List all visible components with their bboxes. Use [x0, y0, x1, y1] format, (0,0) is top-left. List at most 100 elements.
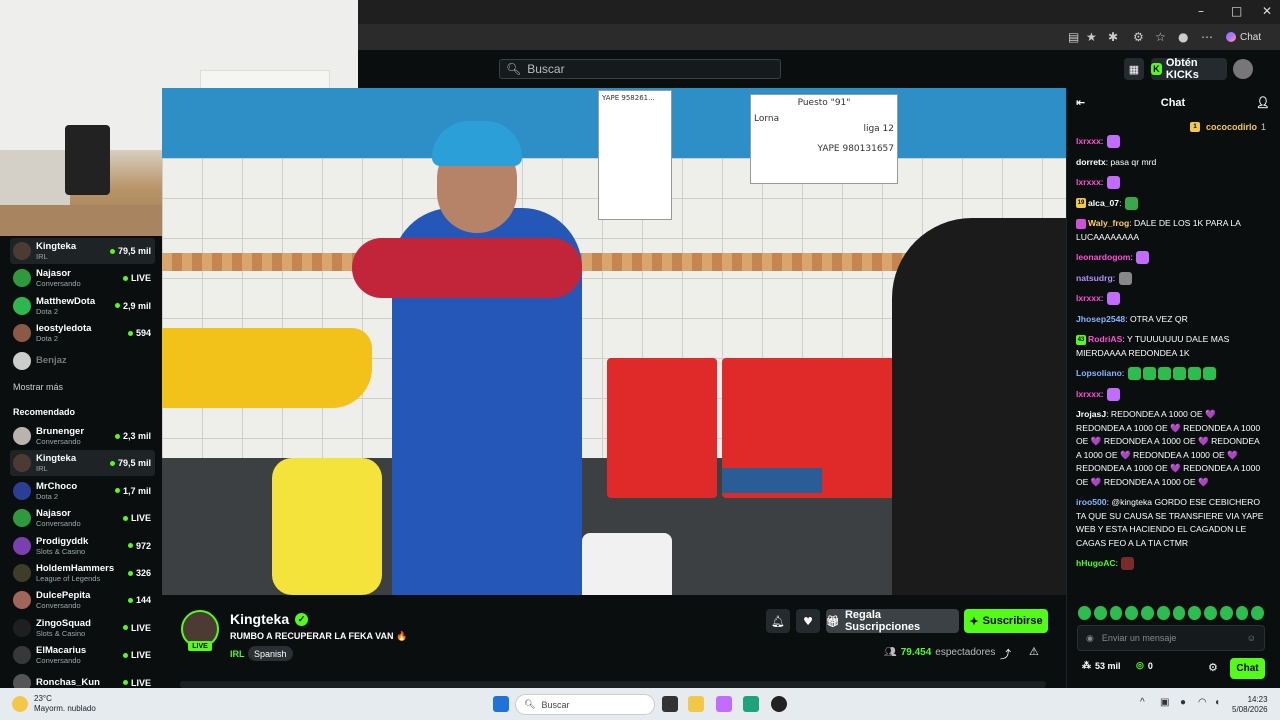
stream-category[interactable]: IRL: [230, 649, 245, 659]
quick-emote-icon[interactable]: [1109, 606, 1123, 620]
chat-username[interactable]: leonardogom: [1076, 252, 1130, 262]
edge-browser-icon[interactable]: [743, 696, 759, 712]
chat-username[interactable]: lxrxxx: [1076, 293, 1101, 303]
favorites-icon[interactable]: ☆: [1155, 30, 1166, 44]
report-icon[interactable]: ⚠: [1029, 645, 1039, 658]
quick-emote-icon[interactable]: [1235, 606, 1249, 620]
sidebar-channel-dulcepepita[interactable]: DulcePepita Conversando 144: [10, 587, 155, 613]
profile-icon[interactable]: ●: [1178, 30, 1188, 44]
sidebar-channel-name: Brunenger: [36, 426, 85, 437]
kicks-balance[interactable]: ⁂ 53 mil: [1082, 660, 1121, 671]
task-view-icon[interactable]: [662, 696, 678, 712]
sign-lorna-text: Lorna: [754, 114, 780, 124]
quick-emote-icon[interactable]: [1251, 606, 1264, 620]
sidebar-channel-najasor[interactable]: Najasor Conversando LIVE: [10, 265, 155, 291]
sidebar-channel-holdemhammers[interactable]: HoldemHammers League of Legends 326: [10, 560, 155, 586]
quick-emote-icon[interactable]: [1078, 606, 1091, 620]
file-explorer-icon[interactable]: [688, 696, 704, 712]
close-icon[interactable]: ✕: [1262, 4, 1272, 18]
chat-emote-icon: [1157, 367, 1171, 381]
sidebar-channel-leostyledota[interactable]: leostyledota Dota 2 594: [10, 320, 155, 346]
channel-name[interactable]: Kingteka: [230, 611, 289, 627]
reader-icon[interactable]: ▤: [1068, 30, 1079, 44]
chat-username[interactable]: hHugoAC: [1076, 558, 1116, 568]
emoji-icon[interactable]: ☺: [1247, 633, 1256, 643]
copilot-taskbar-icon[interactable]: [716, 696, 732, 712]
notification-bell-icon[interactable]: 🔔︎: [766, 609, 790, 633]
minimize-icon[interactable]: –: [1198, 4, 1204, 18]
sidebar-channel-viewer-count: 2,3 mil: [122, 431, 151, 441]
sidebar-channel-zingosquad[interactable]: ZingoSquad Slots & Casino LIVE: [10, 615, 155, 641]
sidebar-channel-text: HoldemHammers League of Legends: [36, 563, 128, 583]
tray-chevron-icon[interactable]: ^: [1140, 697, 1145, 708]
settings-sliders-icon[interactable]: ⚙: [1133, 30, 1144, 44]
channel-points[interactable]: ◎ 0: [1136, 660, 1153, 671]
chat-username[interactable]: JrojasJ: [1076, 409, 1106, 419]
star-icon[interactable]: ★: [1086, 30, 1097, 44]
sidebar-channel-prodigyddk[interactable]: Prodigyddk Slots & Casino 972: [10, 533, 155, 559]
chat-input[interactable]: ◉ Enviar un mensaje ☺: [1077, 625, 1265, 651]
chat-message: Jhosep2548: OTRA VEZ QR: [1076, 313, 1266, 327]
chat-username[interactable]: iroo500: [1076, 497, 1107, 507]
sidebar-channel-mrchoco[interactable]: MrChoco Dota 2 1,7 mil: [10, 478, 155, 504]
chat-username[interactable]: dorretx: [1076, 157, 1106, 167]
chat-settings-gear-icon[interactable]: ⚙: [1208, 661, 1218, 674]
sidebar-channel-matthewdota[interactable]: MatthewDota Dota 2 2,9 mil: [10, 293, 155, 319]
microphone-icon[interactable]: ●: [1180, 697, 1186, 708]
share-icon[interactable]: ⤴: [1000, 646, 1011, 662]
quick-emote-icon[interactable]: [1172, 606, 1186, 620]
tray-app-icon[interactable]: ▣: [1160, 697, 1169, 708]
subscribe-button[interactable]: ✦ Suscribirse: [964, 609, 1048, 633]
more-icon[interactable]: ⋯: [1201, 30, 1213, 44]
chat-username[interactable]: lxrxxx: [1076, 177, 1101, 187]
video-player[interactable]: YAPE 958261... Puesto "91" Lorna liga 12…: [162, 88, 1066, 595]
quick-emote-icon[interactable]: [1188, 606, 1201, 620]
get-kicks-button[interactable]: K Obtén KICKs: [1151, 57, 1227, 81]
chat-users-icon[interactable]: 👤︎: [1256, 96, 1270, 109]
chat-username[interactable]: Jhosep2548: [1076, 314, 1125, 324]
chat-username[interactable]: Waly_frog: [1088, 218, 1129, 228]
user-avatar[interactable]: [1233, 59, 1253, 79]
chat-emote-icon: [1136, 251, 1150, 265]
extension-icon[interactable]: ✱: [1108, 30, 1118, 44]
taskbar-search[interactable]: 🔍︎ Buscar: [515, 694, 655, 715]
wifi-icon[interactable]: ◠: [1198, 697, 1207, 708]
collapse-chat-icon[interactable]: ⇤: [1076, 96, 1085, 109]
chat-send-button[interactable]: Chat: [1230, 658, 1265, 679]
sidebar-channel-brunenger[interactable]: Brunenger Conversando 2,3 mil: [10, 423, 155, 449]
sidebar-channel-kingteka[interactable]: Kingteka IRL 79,5 mil: [10, 450, 155, 477]
pinned-gifter[interactable]: 1 cococodirlo 1: [1190, 122, 1266, 132]
maximize-icon[interactable]: □: [1231, 4, 1242, 18]
channel-name-row[interactable]: Kingteka ✓: [230, 611, 309, 627]
follow-heart-icon[interactable]: ♥: [796, 609, 820, 633]
gift-subs-button[interactable]: 🎁︎ Regala Suscripciones: [826, 609, 959, 633]
chat-username[interactable]: natsudrg: [1076, 273, 1113, 283]
quick-emote-icon[interactable]: [1125, 606, 1138, 620]
taskbar-clock[interactable]: 14:23 5/08/2026: [1232, 695, 1268, 715]
chat-username[interactable]: lxrxxx: [1076, 136, 1101, 146]
chat-username[interactable]: Lopsoliano: [1076, 368, 1122, 378]
sidebar-channel-benjaz[interactable]: Benjaz: [10, 348, 155, 374]
quick-emote-icon[interactable]: [1204, 606, 1217, 620]
sidebar-channel-elmacarius[interactable]: ElMacarius Conversando LIVE: [10, 642, 155, 668]
chat-username[interactable]: lxrxxx: [1076, 389, 1101, 399]
search-input[interactable]: 🔍︎ Buscar: [499, 59, 781, 79]
sidebar-channel-najasor[interactable]: Najasor Conversando LIVE: [10, 505, 155, 531]
quick-emote-icon[interactable]: [1093, 606, 1107, 620]
language-tag[interactable]: Spanish: [248, 646, 293, 661]
library-icon[interactable]: ▦: [1124, 58, 1144, 80]
volume-icon[interactable]: ◖: [1214, 697, 1220, 708]
obs-icon[interactable]: [771, 696, 787, 712]
sidebar-channel-kingteka[interactable]: Kingteka IRL 79,5 mil: [10, 238, 155, 264]
quick-emote-icon[interactable]: [1219, 606, 1233, 620]
live-dot-icon: [122, 625, 128, 631]
windows-start-icon[interactable]: [493, 696, 509, 712]
sidebar-channel-category: Slots & Casino: [36, 628, 86, 638]
quick-emote-icon[interactable]: [1141, 606, 1154, 620]
quick-emote-icon[interactable]: [1156, 606, 1170, 620]
show-more-link[interactable]: Mostrar más: [13, 382, 63, 392]
weather-widget[interactable]: 23°C Mayorm. nublado: [12, 694, 96, 714]
copilot-chat-button[interactable]: Chat: [1220, 28, 1267, 46]
chat-username[interactable]: alca_07: [1088, 198, 1119, 208]
chat-username[interactable]: RodriAS: [1088, 334, 1122, 344]
